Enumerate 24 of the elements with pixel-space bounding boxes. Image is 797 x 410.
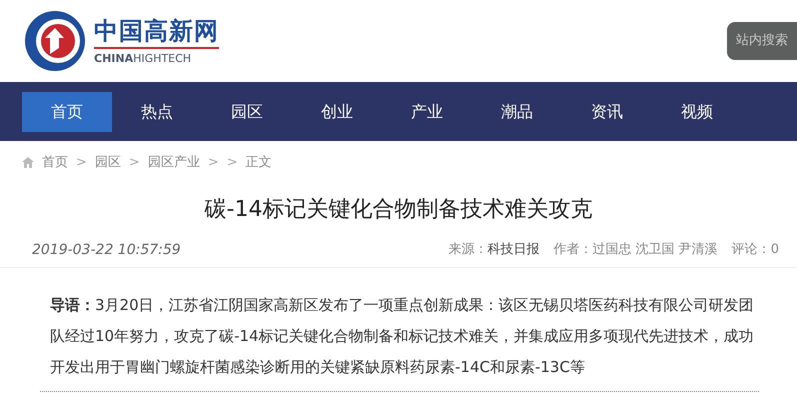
publish-date: 2019-03-22 10:57:59 xyxy=(32,240,181,260)
nav-tab[interactable]: 首页 xyxy=(22,92,112,132)
meta-label: 作者：过国忠 沈卫国 尹清溪 xyxy=(553,241,718,260)
nav-tab[interactable]: 潮品 xyxy=(472,92,562,132)
nav-tab[interactable]: 产业 xyxy=(382,92,472,132)
nav-tab[interactable]: 热点 xyxy=(112,92,202,132)
nav-tab[interactable]: 资讯 xyxy=(562,92,652,132)
logo-name: 中国高新网 xyxy=(94,18,219,48)
logo-tagline: CHINAHIGHTECH xyxy=(94,52,192,64)
breadcrumb-separator: > xyxy=(208,154,219,172)
meta-value: 科技日报 xyxy=(487,241,540,260)
nav-tab[interactable]: 园区 xyxy=(202,92,292,132)
home-icon[interactable] xyxy=(22,157,34,168)
article-lead: 导语：3月20日，江苏省江阴国家高新区发布了一项重点创新成果：该区无锡贝塔医药科技有限公司研发团队经过10年努力，攻克了碳-14标记关键化合物制备和标记技术难关，并集成应用多项现代先进技术，成功开发出用于胃幽门螺旋杆菌感染诊断用的关键紧缺原料药尿素-14C和尿素-13C等 xyxy=(49,294,755,378)
search-button[interactable]: 站内搜索 xyxy=(727,22,797,60)
breadcrumb-separator: > xyxy=(226,154,238,172)
breadcrumb-separator: > xyxy=(76,154,87,172)
breadcrumb-separator: > xyxy=(128,154,140,172)
meta-label: 评论：0 xyxy=(732,241,779,260)
logo-icon xyxy=(24,10,86,72)
nav-tab[interactable]: 视频 xyxy=(652,92,742,132)
article-title: 碳-14标记关键化合物制备技术难关攻克 xyxy=(204,196,594,224)
meta-label: 来源： xyxy=(448,241,488,260)
nav-tab[interactable]: 创业 xyxy=(292,92,382,132)
